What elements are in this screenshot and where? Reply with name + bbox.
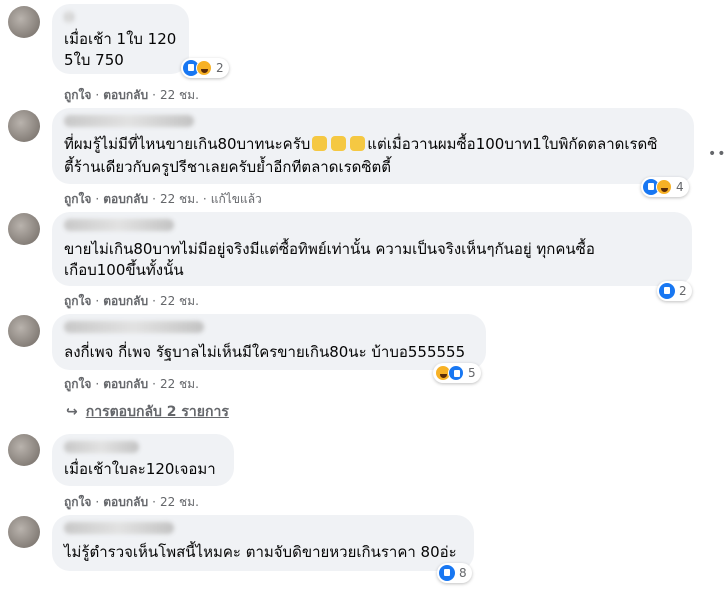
avatar[interactable] xyxy=(8,213,40,245)
reaction-count: 2 xyxy=(216,61,224,75)
comment-bubble: เมื่อเช้าใบละ120เจอมา xyxy=(52,434,234,486)
avatar[interactable] xyxy=(8,516,40,548)
comment-text-line: เมื่อเช้า 1ใบ 120 xyxy=(64,30,177,48)
reaction-count: 8 xyxy=(459,566,467,580)
comment-text-line: ที่ผมรู้ไม่มีที่ไหนขายเกิน80บาทนะครับ แต่… xyxy=(64,134,657,155)
comment-text-line: เมื่อเช้าใบละ120เจอมา xyxy=(64,460,216,478)
timestamp[interactable]: 22 ชม. xyxy=(160,495,199,509)
separator: · xyxy=(95,192,100,206)
author-name[interactable] xyxy=(64,115,194,127)
avatar[interactable] xyxy=(8,434,40,466)
reaction-summary[interactable]: 2 xyxy=(181,58,229,78)
comment-actions: ถูกใจ · ตอบกลับ · 22 ชม. · แก้ไขแล้ว xyxy=(64,190,262,209)
reaction-count: 5 xyxy=(468,366,476,380)
timestamp[interactable]: 22 ชม. xyxy=(160,192,199,206)
reaction-summary[interactable]: 8 xyxy=(437,563,472,583)
comment-text-line: เกือบ100ขึ้นทั้งนั้น xyxy=(64,261,184,279)
like-icon xyxy=(448,365,464,381)
avatar[interactable] xyxy=(8,315,40,347)
reply-link[interactable]: ตอบกลับ xyxy=(103,495,148,509)
cat-emoji-icon xyxy=(331,136,347,151)
like-icon xyxy=(439,565,455,581)
comment-text-line: 5ใบ 750 xyxy=(64,51,124,69)
separator: · xyxy=(95,294,100,308)
reaction-summary[interactable]: 5 xyxy=(433,363,481,383)
reaction-summary[interactable]: 4 xyxy=(641,177,689,197)
cat-emoji-icon xyxy=(312,136,328,151)
comment-text-line: ลงกี่เพจ กี่เพจ รัฐบาลไม่เห็นมีใครขายเกิ… xyxy=(64,343,466,361)
view-replies-label: การตอบกลับ 2 รายการ xyxy=(85,404,229,420)
haha-icon xyxy=(196,60,212,76)
timestamp[interactable]: 22 ชม. xyxy=(160,88,199,102)
separator: · xyxy=(152,294,156,308)
author-name[interactable] xyxy=(64,11,74,23)
comment-text: ที่ผมรู้ไม่มีที่ไหนขายเกิน80บาทนะครับ xyxy=(64,135,311,153)
reply-link[interactable]: ตอบกลับ xyxy=(103,294,148,308)
comment-actions: ถูกใจ · ตอบกลับ · 22 ชม. xyxy=(64,493,199,512)
like-link[interactable]: ถูกใจ xyxy=(64,377,91,391)
timestamp[interactable]: 22 ชม. xyxy=(160,377,199,391)
reaction-count: 4 xyxy=(676,180,684,194)
reaction-count: 2 xyxy=(679,284,687,298)
reply-link[interactable]: ตอบกลับ xyxy=(103,192,148,206)
comment-text-line: ขายไม่เกิน80บาทไม่มีอยู่จริงมีแต่ซื้อทิพ… xyxy=(64,240,595,258)
view-replies-link[interactable]: ↪ การตอบกลับ 2 รายการ xyxy=(66,401,229,423)
separator: · xyxy=(202,192,207,206)
avatar[interactable] xyxy=(8,110,40,142)
comment-text-line: ตี้ร้านเดียวกับครูปรีชาเลยครับย้ำอีกทีตล… xyxy=(64,158,392,176)
author-name[interactable] xyxy=(64,219,174,231)
author-name[interactable] xyxy=(64,522,174,534)
like-link[interactable]: ถูกใจ xyxy=(64,294,91,308)
reply-link[interactable]: ตอบกลับ xyxy=(103,88,148,102)
comment-actions: ถูกใจ · ตอบกลับ · 22 ชม. xyxy=(64,375,199,394)
haha-icon xyxy=(656,179,672,195)
separator: · xyxy=(95,377,100,391)
comment-actions: ถูกใจ · ตอบกลับ · 22 ชม. xyxy=(64,86,199,105)
comment-text: แต่เมื่อวานผมซื้อ100บาท1ใบพิกัดตลาดเรดซิ xyxy=(367,135,658,153)
reply-arrow-icon: ↪ xyxy=(66,404,78,420)
comment-bubble: ลงกี่เพจ กี่เพจ รัฐบาลไม่เห็นมีใครขายเกิ… xyxy=(52,314,486,370)
like-link[interactable]: ถูกใจ xyxy=(64,495,91,509)
comment-bubble: เมื่อเช้า 1ใบ 120 5ใบ 750 xyxy=(52,4,189,74)
author-name[interactable] xyxy=(64,441,139,453)
comment-bubble: ที่ผมรู้ไม่มีที่ไหนขายเกิน80บาทนะครับ แต่… xyxy=(52,108,694,184)
comment-actions: ถูกใจ · ตอบกลับ · 22 ชม. xyxy=(64,292,199,311)
separator: · xyxy=(152,495,156,509)
cat-emoji-icon xyxy=(350,136,366,151)
reply-link[interactable]: ตอบกลับ xyxy=(103,377,148,391)
like-icon xyxy=(659,283,675,299)
separator: · xyxy=(95,495,100,509)
comment-bubble: ขายไม่เกิน80บาทไม่มีอยู่จริงมีแต่ซื้อทิพ… xyxy=(52,212,692,286)
more-options-icon[interactable]: ••• xyxy=(708,146,728,162)
separator: · xyxy=(152,377,156,391)
avatar[interactable] xyxy=(8,6,40,38)
separator: · xyxy=(95,88,100,102)
separator: · xyxy=(152,192,156,206)
separator: · xyxy=(152,88,156,102)
comment-text-line: ไม่รู้ตำรวจเห็นโพสนี้ไหมคะ ตามจับดิขายหว… xyxy=(64,543,457,561)
like-link[interactable]: ถูกใจ xyxy=(64,88,91,102)
like-link[interactable]: ถูกใจ xyxy=(64,192,91,206)
comment-bubble: ไม่รู้ตำรวจเห็นโพสนี้ไหมคะ ตามจับดิขายหว… xyxy=(52,515,474,571)
edited-label[interactable]: แก้ไขแล้ว xyxy=(211,192,262,206)
author-name[interactable] xyxy=(64,321,204,333)
timestamp[interactable]: 22 ชม. xyxy=(160,294,199,308)
reaction-summary[interactable]: 2 xyxy=(657,281,692,301)
